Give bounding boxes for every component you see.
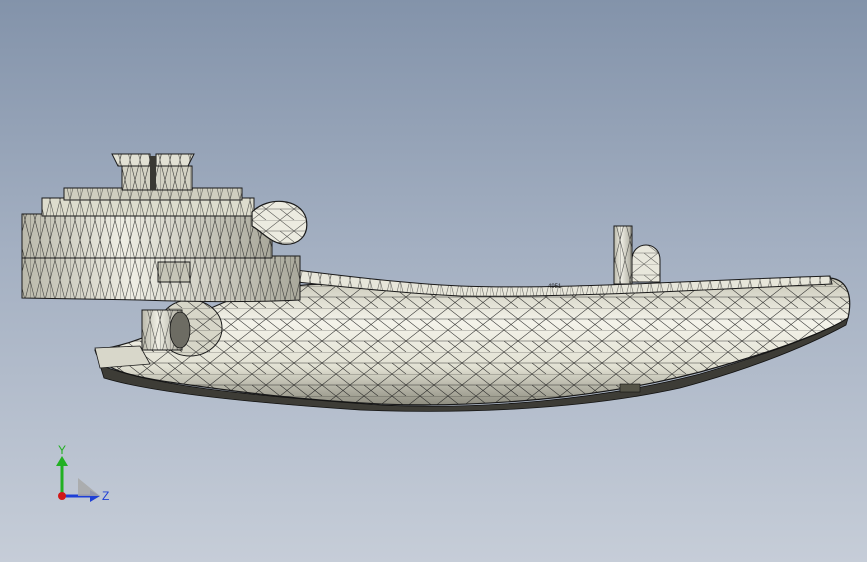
- arm-pin[interactable]: [613, 225, 661, 285]
- xz-plane-indicator: [78, 478, 100, 496]
- release-post[interactable]: [111, 153, 195, 191]
- engraved-label: 4951: [548, 284, 562, 290]
- y-axis-arrow: [56, 456, 68, 496]
- graphics-viewport[interactable]: 4951 Y Z: [0, 0, 867, 562]
- view-triad[interactable]: Y Z: [40, 438, 130, 518]
- ratchet-head[interactable]: [21, 187, 308, 302]
- mesh-model[interactable]: 4951: [0, 0, 867, 562]
- x-axis-dot: [58, 492, 66, 500]
- y-axis-label: Y: [58, 443, 66, 457]
- pivot-boss[interactable]: [141, 299, 223, 357]
- arm-bottom-tab: [619, 383, 641, 393]
- z-axis-label: Z: [102, 489, 109, 503]
